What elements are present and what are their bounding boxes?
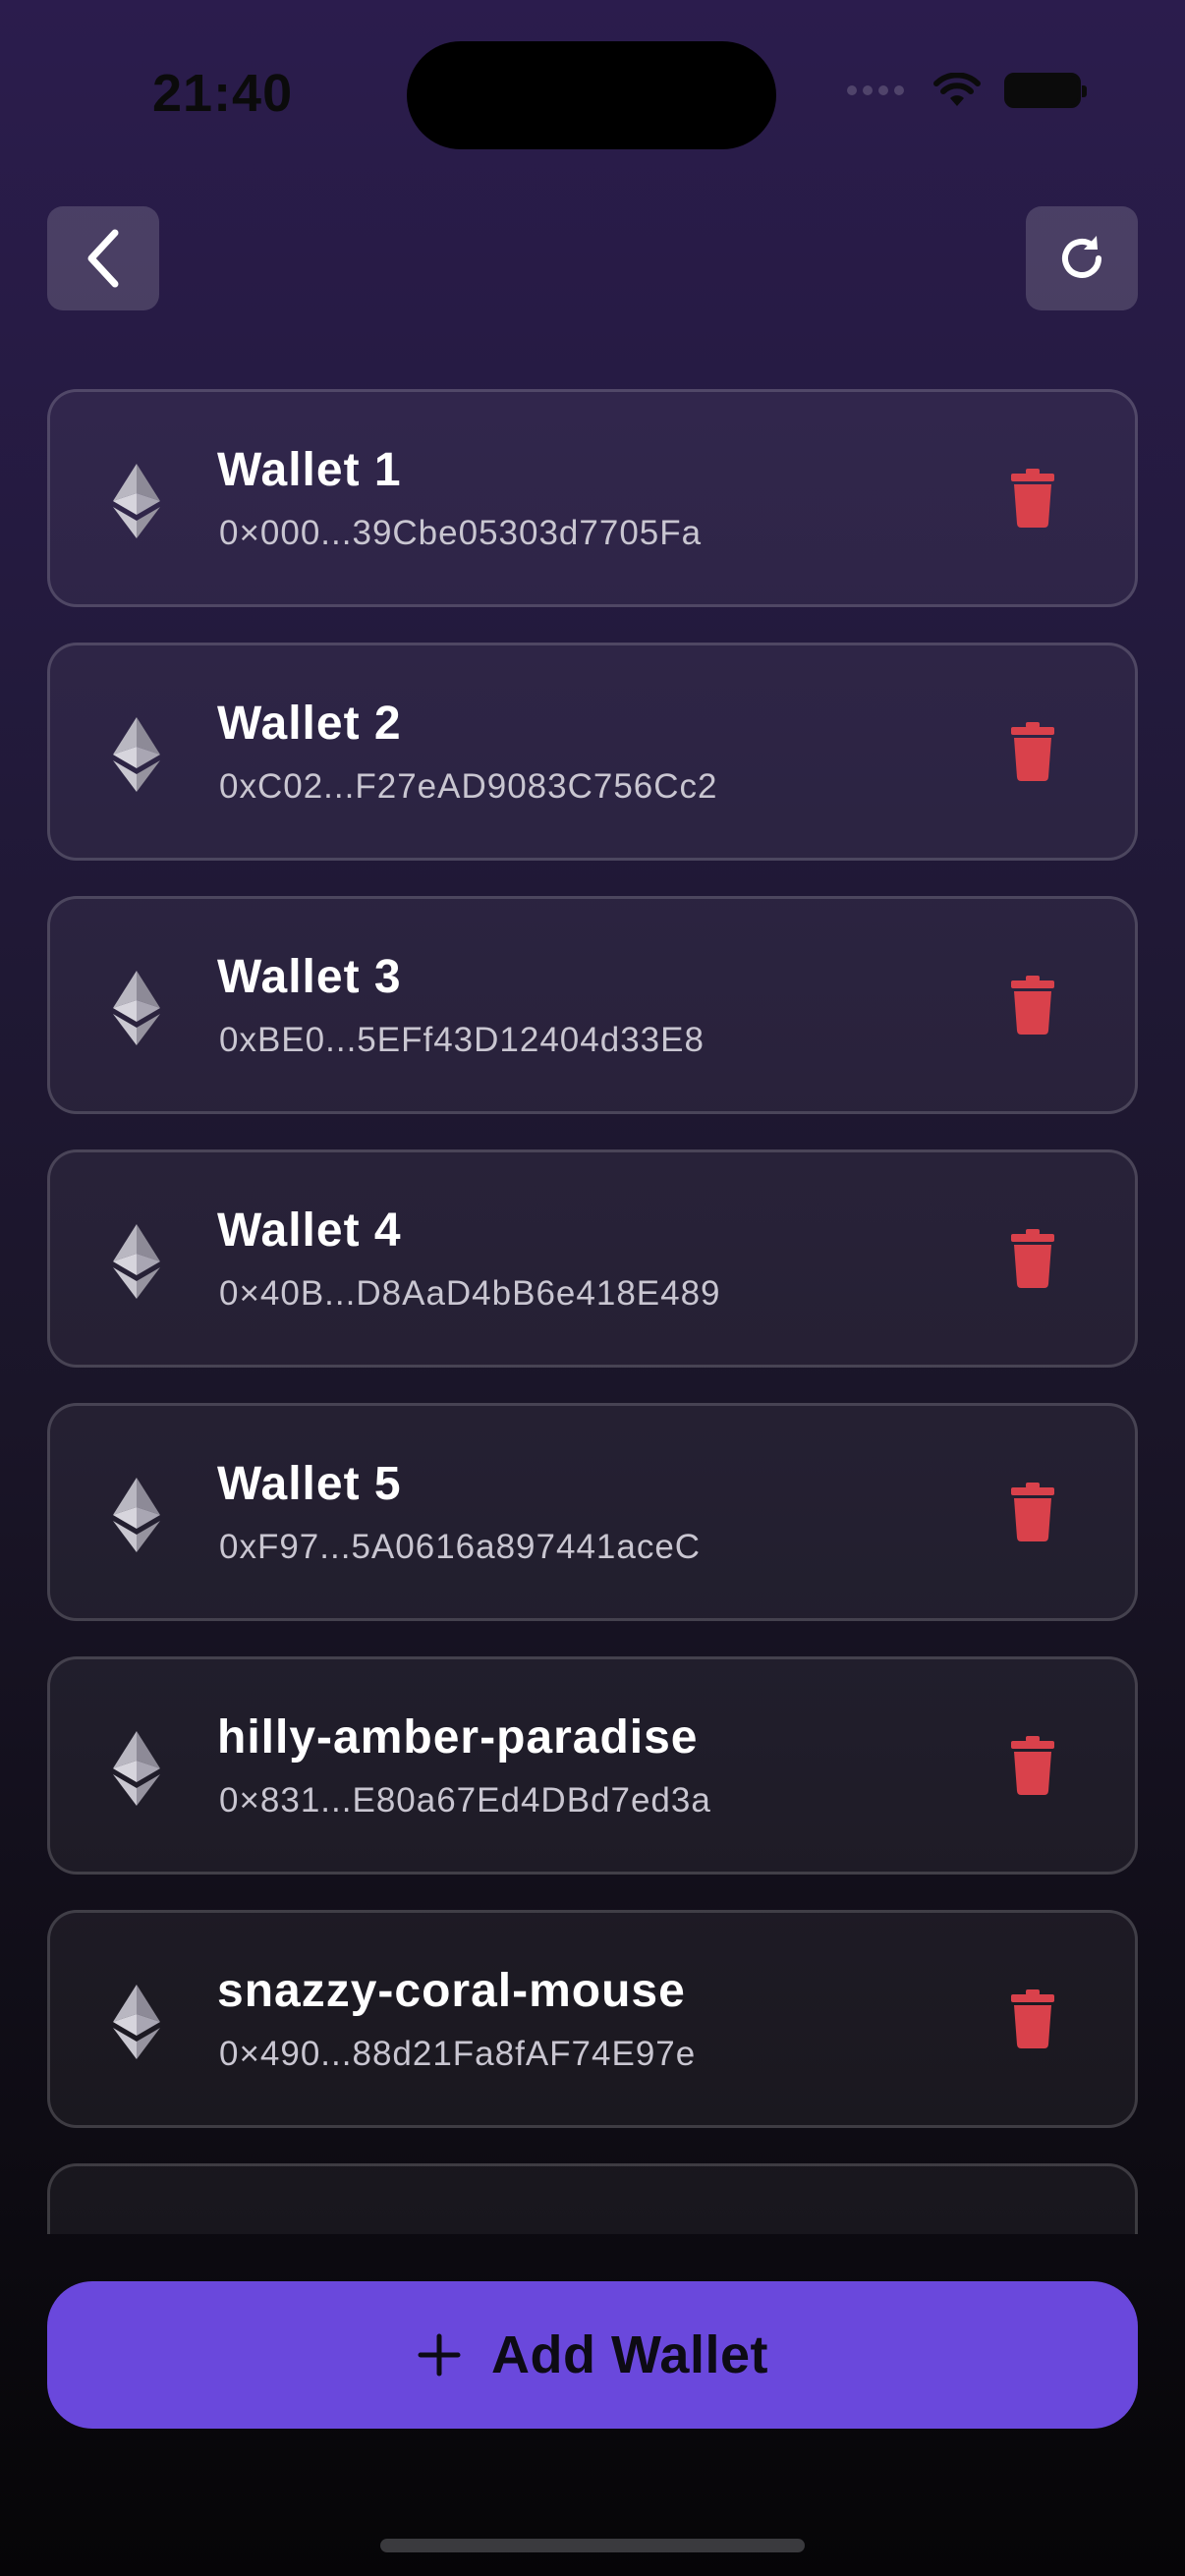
wallet-address: 0×490...88d21Fa8fAF74E97e <box>219 2035 697 2073</box>
add-wallet-label: Add Wallet <box>491 2325 768 2384</box>
wallet-name: snazzy-coral-mouse <box>217 1965 686 2017</box>
delete-wallet-button[interactable] <box>1011 722 1054 781</box>
wallet-list[interactable]: Wallet 1 0×000...39Cbe05303d7705Fa Walle… <box>47 389 1138 2234</box>
plus-icon <box>418 2333 461 2377</box>
trash-icon <box>1011 1483 1054 1545</box>
wifi-icon <box>933 73 981 106</box>
trash-icon <box>1011 1989 1054 2052</box>
wallet-name: Wallet 1 <box>217 444 402 496</box>
wallet-name: Wallet 4 <box>217 1204 402 1257</box>
wallet-card-partial[interactable] <box>47 2163 1138 2234</box>
wallet-address: 0×831...E80a67Ed4DBd7ed3a <box>219 1781 711 1820</box>
trash-icon <box>1011 1736 1054 1799</box>
wallet-card[interactable]: Wallet 2 0xC02...F27eAD9083C756Cc2 <box>47 643 1138 861</box>
wallet-card[interactable]: snazzy-coral-mouse 0×490...88d21Fa8fAF74… <box>47 1910 1138 2128</box>
add-wallet-button[interactable]: Add Wallet <box>47 2281 1138 2429</box>
ethereum-icon <box>113 717 160 792</box>
wallet-address: 0xBE0...5EFf43D12404d33E8 <box>219 1021 705 1059</box>
ethereum-icon <box>113 1478 160 1552</box>
wallet-address: 0×40B...D8AaD4bB6e418E489 <box>219 1274 721 1313</box>
delete-wallet-button[interactable] <box>1011 469 1054 528</box>
wallet-address: 0xC02...F27eAD9083C756Cc2 <box>219 767 718 806</box>
chevron-left-icon <box>87 229 119 288</box>
trash-icon <box>1011 976 1054 1038</box>
delete-wallet-button[interactable] <box>1011 1989 1054 2048</box>
delete-wallet-button[interactable] <box>1011 1736 1054 1795</box>
wallet-card[interactable]: Wallet 4 0×40B...D8AaD4bB6e418E489 <box>47 1149 1138 1368</box>
home-indicator <box>380 2539 805 2552</box>
trash-icon <box>1011 1229 1054 1292</box>
delete-wallet-button[interactable] <box>1011 1483 1054 1541</box>
wallet-address: 0×000...39Cbe05303d7705Fa <box>219 514 703 552</box>
dynamic-island <box>407 41 776 149</box>
ethereum-icon <box>113 1985 160 2059</box>
delete-wallet-button[interactable] <box>1011 1229 1054 1288</box>
wallet-card[interactable]: Wallet 3 0xBE0...5EFf43D12404d33E8 <box>47 896 1138 1114</box>
ethereum-icon <box>113 971 160 1045</box>
wallet-address: 0xF97...5A0616a897441aceC <box>219 1528 702 1566</box>
signal-icon <box>847 85 904 95</box>
status-time: 21:40 <box>152 64 294 123</box>
wallet-card[interactable]: Wallet 5 0xF97...5A0616a897441aceC <box>47 1403 1138 1621</box>
wallet-card[interactable]: Wallet 1 0×000...39Cbe05303d7705Fa <box>47 389 1138 607</box>
ethereum-icon <box>113 464 160 538</box>
wallet-card[interactable]: hilly-amber-paradise 0×831...E80a67Ed4DB… <box>47 1656 1138 1875</box>
refresh-icon <box>1062 236 1101 278</box>
wallet-name: Wallet 5 <box>217 1458 402 1510</box>
trash-icon <box>1011 469 1054 532</box>
delete-wallet-button[interactable] <box>1011 976 1054 1035</box>
ethereum-icon <box>113 1731 160 1806</box>
wallet-name: Wallet 3 <box>217 951 402 1003</box>
wallet-name: hilly-amber-paradise <box>217 1711 699 1764</box>
refresh-button[interactable] <box>1026 206 1138 310</box>
battery-icon <box>1004 73 1087 108</box>
trash-icon <box>1011 722 1054 785</box>
wallet-name: Wallet 2 <box>217 698 402 750</box>
ethereum-icon <box>113 1224 160 1299</box>
status-icons <box>847 73 1087 108</box>
back-button[interactable] <box>47 206 159 310</box>
